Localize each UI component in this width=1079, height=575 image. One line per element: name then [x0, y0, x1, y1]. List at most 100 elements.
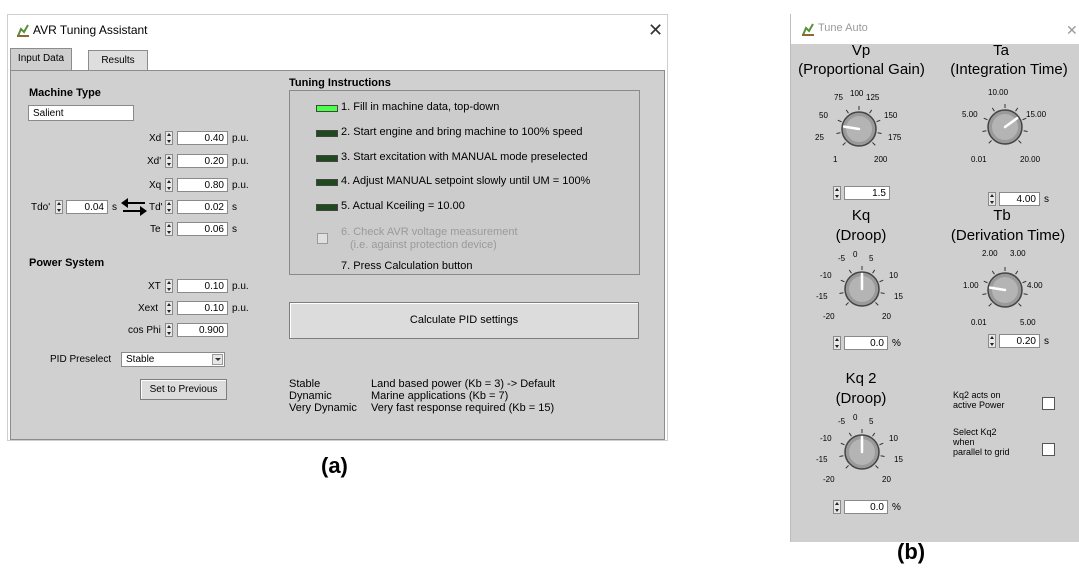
tb-tick: 0.01 — [971, 318, 987, 327]
kq2-tick: 10 — [889, 434, 898, 443]
xext-field[interactable]: 0.10 — [177, 301, 228, 315]
pid-preselect-label: PID Preselect — [50, 354, 112, 365]
kq-tick: 10 — [889, 271, 898, 280]
close-icon[interactable]: ✕ — [648, 21, 663, 39]
app-icon — [17, 24, 29, 37]
te-label: Te — [150, 224, 161, 235]
tdo-label: Tdo' — [31, 202, 51, 213]
kq-tick: 0 — [853, 250, 858, 259]
kq2-subtitle: (Droop) — [835, 390, 887, 407]
knob-tick-mark — [836, 132, 841, 134]
ta-title: Ta — [993, 42, 1009, 59]
tab-results[interactable]: Results — [88, 50, 148, 71]
tb-value-field[interactable]: 0.20 — [999, 334, 1040, 348]
set-to-previous-button[interactable]: Set to Previous — [140, 379, 227, 400]
kq2-title: Kq 2 — [845, 370, 877, 387]
kq-unit: % — [892, 338, 901, 349]
kq-title: Kq — [851, 207, 871, 224]
te-field[interactable]: 0.06 — [177, 222, 228, 236]
select-kq2-checkbox[interactable] — [1042, 443, 1055, 456]
tdo-field[interactable]: 0.04 — [66, 200, 108, 214]
step-4-text: 4. Adjust MANUAL setpoint slowly until U… — [341, 175, 591, 187]
ta-tick: 10.00 — [988, 88, 1009, 97]
knob-tick-mark — [845, 302, 849, 306]
vp-knob[interactable] — [834, 104, 884, 154]
xext-unit: p.u. — [232, 303, 249, 314]
step-6-text: 6. Check AVR voltage measurement — [341, 226, 518, 238]
xext-spinner[interactable] — [165, 301, 173, 315]
step-6-checkbox[interactable] — [317, 233, 328, 244]
knob-tick-mark — [988, 303, 992, 307]
xd-prime-label: Xd' — [147, 156, 162, 167]
tdo-unit: s — [112, 202, 117, 213]
knob-tick-mark — [982, 293, 987, 295]
vp-spinner[interactable] — [833, 186, 841, 200]
tb-knob[interactable] — [980, 265, 1030, 315]
kq2-knob[interactable] — [837, 427, 887, 477]
ta-spinner[interactable] — [988, 192, 996, 206]
ta-subtitle: (Integration Time) — [950, 61, 1068, 78]
knob-tick-mark — [845, 109, 849, 114]
tab-input-data[interactable]: Input Data — [10, 48, 72, 71]
knob-tick-mark — [872, 269, 876, 274]
te-spinner[interactable] — [165, 222, 173, 236]
xd-unit: p.u. — [232, 133, 249, 144]
knob-tick-mark — [872, 142, 876, 146]
kq2-tick: -10 — [820, 434, 832, 443]
step-2-led — [316, 130, 338, 137]
kq2-value-field[interactable]: 0.0 — [844, 500, 888, 514]
ta-tick: 20.00 — [1020, 155, 1041, 164]
xd-field[interactable]: 0.40 — [177, 131, 228, 145]
tb-tick: 5.00 — [1020, 318, 1036, 327]
xd-spinner[interactable] — [165, 131, 173, 145]
kq2-active-power-checkbox[interactable] — [1042, 397, 1055, 410]
knob-tick-mark — [848, 269, 852, 274]
vp-tick: 150 — [884, 111, 898, 120]
vp-tick: 75 — [834, 93, 843, 102]
kq2-spinner[interactable] — [833, 500, 841, 514]
chevron-down-icon[interactable] — [212, 354, 223, 365]
mode-stable-desc: Land based power (Kb = 3) -> Default — [371, 378, 556, 390]
xt-label: XT — [148, 281, 161, 292]
machine-type-field[interactable]: Salient — [28, 105, 134, 121]
xt-spinner[interactable] — [165, 279, 173, 293]
xq-field[interactable]: 0.80 — [177, 178, 228, 192]
td-prime-field[interactable]: 0.02 — [177, 200, 228, 214]
close-icon[interactable]: ✕ — [1066, 21, 1078, 39]
kq-tick: 15 — [894, 292, 903, 301]
knob-tick-mark — [842, 142, 846, 146]
exchange-arrows-icon — [121, 198, 147, 216]
xt-unit: p.u. — [232, 281, 249, 292]
kq2-tick: 0 — [853, 413, 858, 422]
tb-spinner[interactable] — [988, 334, 996, 348]
ta-knob[interactable] — [980, 102, 1030, 152]
step-2-text: 2. Start engine and bring machine to 100… — [341, 126, 583, 138]
select-kq2-line: Select Kq2 — [953, 427, 997, 437]
xd-prime-field[interactable]: 0.20 — [177, 154, 228, 168]
xt-field[interactable]: 0.10 — [177, 279, 228, 293]
mode-dynamic-name: Dynamic — [289, 390, 332, 402]
mode-stable-name: Stable — [289, 378, 321, 390]
td-prime-spinner[interactable] — [165, 200, 173, 214]
window-title-b: Tune Auto — [818, 22, 868, 34]
kq-tick: -20 — [823, 312, 835, 321]
cos-phi-field[interactable]: 0.900 — [177, 323, 228, 337]
xd-prime-spinner[interactable] — [165, 154, 173, 168]
knob-tick-mark — [848, 432, 852, 437]
pid-preselect-dropdown[interactable]: Stable — [121, 352, 225, 367]
vp-value-field[interactable]: 1.5 — [844, 186, 890, 200]
app-icon — [802, 23, 814, 36]
knob-tick-mark — [879, 442, 884, 446]
kq-knob[interactable] — [837, 264, 887, 314]
kq-tick: -10 — [820, 271, 832, 280]
kq-spinner[interactable] — [833, 336, 841, 350]
knob-tick-mark — [1018, 140, 1022, 144]
ta-value-field[interactable]: 4.00 — [999, 192, 1040, 206]
xd-prime-unit: p.u. — [232, 156, 249, 167]
kq-value-field[interactable]: 0.0 — [844, 336, 888, 350]
cos-phi-spinner[interactable] — [165, 323, 173, 337]
tdo-spinner[interactable] — [55, 200, 63, 214]
calculate-pid-button[interactable]: Calculate PID settings — [289, 302, 639, 339]
xq-spinner[interactable] — [165, 178, 173, 192]
kq-tick: 5 — [869, 254, 874, 263]
